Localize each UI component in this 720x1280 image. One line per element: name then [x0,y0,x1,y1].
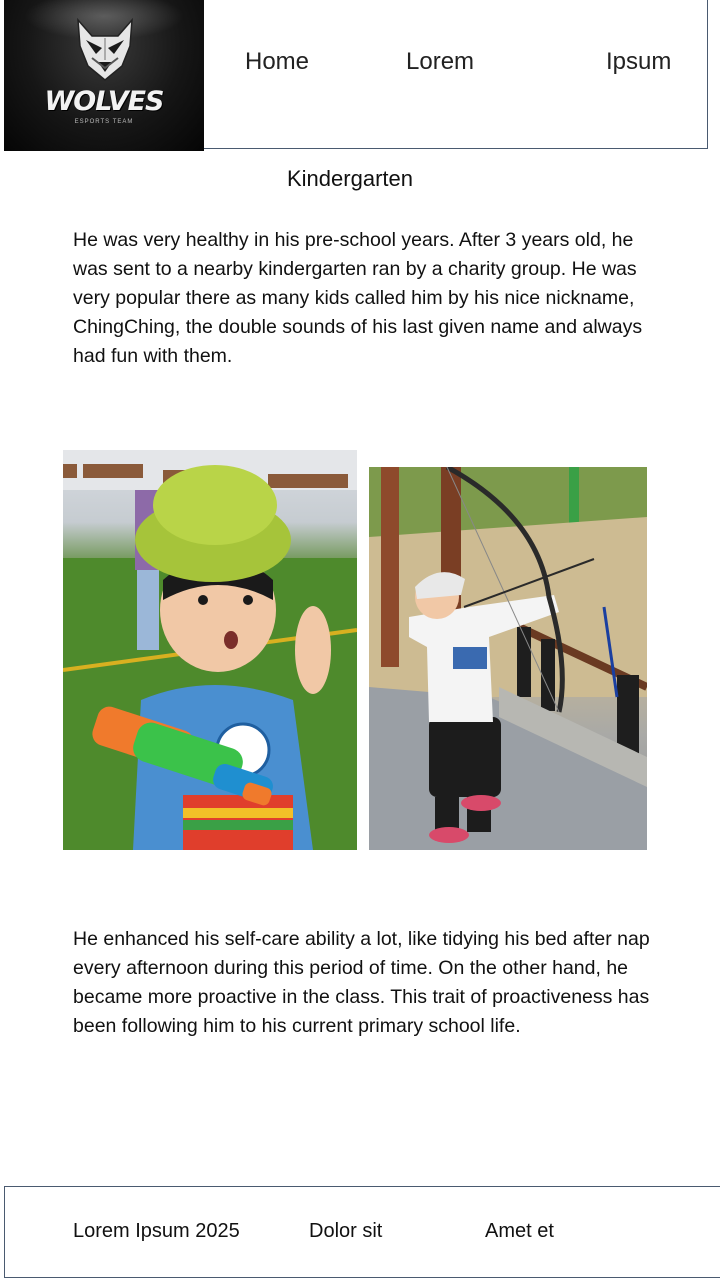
wolf-head-icon [77,18,133,81]
photo-child-archery [369,467,647,850]
logo-subtitle: ESPORTS TEAM [74,119,134,125]
logo-title: WOLVES [44,86,164,117]
footer-amet-link[interactable]: Amet et [485,1220,554,1243]
nav-ipsum-link[interactable]: Ipsum [606,48,671,76]
self-care-paragraph: He enhanced his self-care ability a lot,… [73,928,650,1037]
footer-copyright-link[interactable]: Lorem Ipsum 2025 [73,1220,240,1243]
team-logo[interactable]: WOLVES ESPORTS TEAM [4,0,204,151]
footer-dolor-link[interactable]: Dolor sit [309,1220,382,1243]
nav-home-link[interactable]: Home [245,48,309,76]
nav-lorem-link[interactable]: Lorem [406,48,474,76]
photo-child-with-water-gun [63,450,357,850]
intro-paragraph: He was very healthy in his pre-school ye… [73,229,643,367]
page-title: Kindergarten [287,166,413,191]
